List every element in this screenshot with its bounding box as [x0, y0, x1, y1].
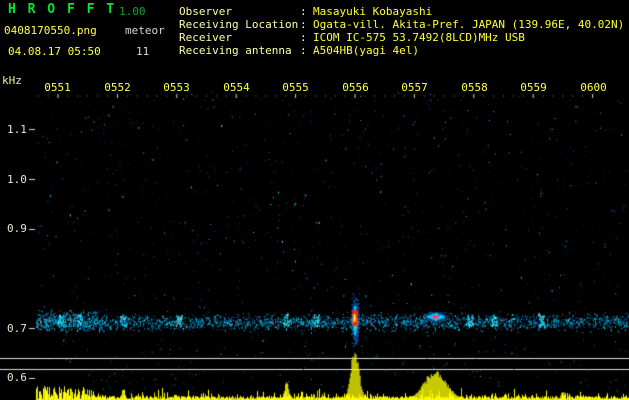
time-tick-label: 0557	[401, 81, 428, 94]
time-tick-label: 0559	[520, 81, 547, 94]
datetime-label: 04.08.17 05:50	[8, 45, 101, 58]
filename: 0408170550.png	[4, 24, 97, 37]
app-version: 1.00	[119, 5, 146, 18]
info-colon: :	[300, 44, 307, 57]
meteor-count: 11	[136, 45, 150, 58]
time-tick-label: 0552	[104, 81, 131, 94]
frequency-tick-label: 1.1	[7, 123, 27, 136]
info-row: Observer: Masayuki Kobayashi	[179, 5, 624, 18]
info-value: A504HB(yagi 4el)	[313, 44, 419, 57]
time-tick-label: 0556	[342, 81, 369, 94]
time-tick-label: 0558	[461, 81, 488, 94]
info-value: Masayuki Kobayashi	[313, 5, 433, 18]
frequency-tick-label: 0.7	[7, 322, 27, 335]
mode-label: meteor	[125, 24, 165, 37]
time-tick-label: 0555	[282, 81, 309, 94]
station-info: Observer: Masayuki Kobayashi Receiving Lo…	[179, 5, 624, 57]
info-row: Receiving antenna: A504HB(yagi 4el)	[179, 44, 624, 57]
spectrogram-canvas	[0, 0, 629, 400]
frequency-tick-label: 0.6	[7, 371, 27, 384]
frequency-tick-label: 0.9	[7, 222, 27, 235]
frequency-unit-label: kHz	[2, 74, 22, 87]
time-tick-label: 0553	[163, 81, 190, 94]
info-colon: :	[300, 18, 307, 31]
app-title: H R O F F T	[8, 2, 117, 17]
info-row: Receiver: ICOM IC-575 53.7492(8LCD)MHz US…	[179, 31, 624, 44]
frequency-tick-label: 1.0	[7, 173, 27, 186]
info-value: ICOM IC-575 53.7492(8LCD)MHz USB	[313, 31, 525, 44]
info-label: Receiving antenna	[179, 44, 292, 57]
time-tick-label: 0551	[44, 81, 71, 94]
time-tick-label: 0554	[223, 81, 250, 94]
time-tick-label: 0600	[580, 81, 607, 94]
info-label: Observer	[179, 5, 232, 18]
info-label: Receiver	[179, 31, 232, 44]
info-colon: :	[300, 5, 307, 18]
hrofft-window: H R O F F T 1.00 0408170550.png meteor 0…	[0, 0, 629, 400]
info-row: Receiving Location: Ogata-vill. Akita-Pre…	[179, 18, 624, 31]
info-label: Receiving Location	[179, 18, 299, 31]
info-colon: :	[300, 31, 307, 44]
info-value: Ogata-vill. Akita-Pref. JAPAN (139.96E, …	[313, 18, 625, 31]
